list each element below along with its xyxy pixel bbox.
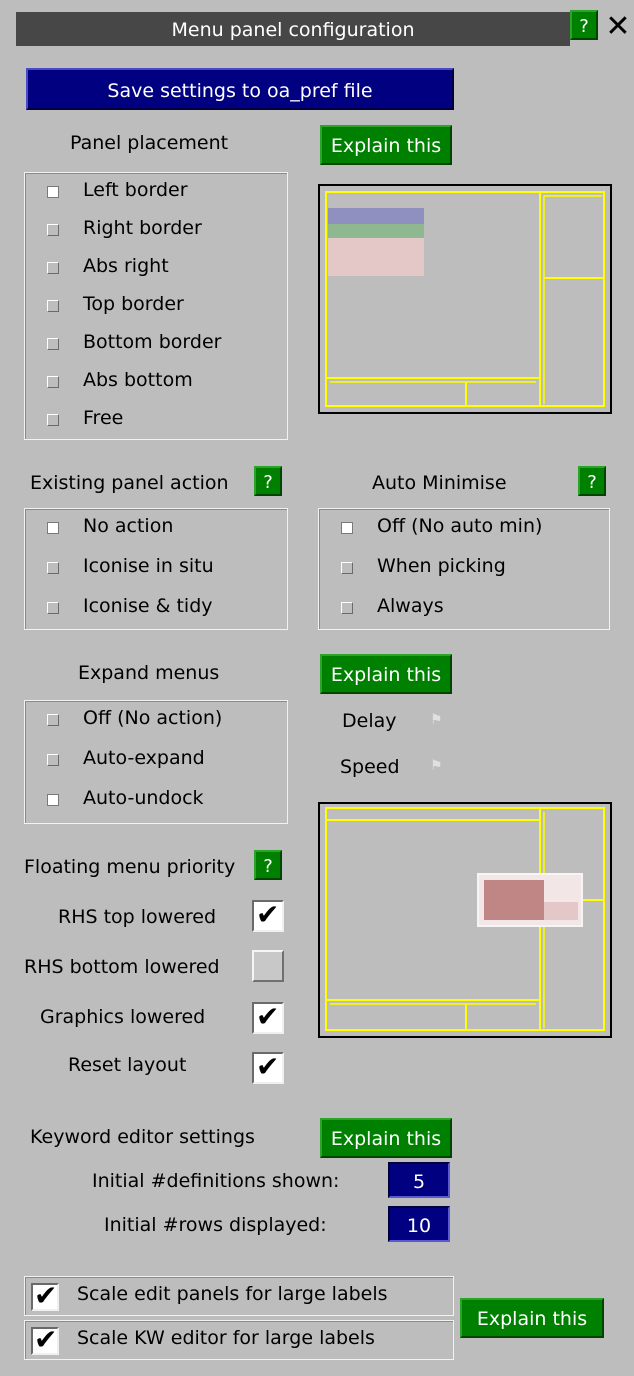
radio-indicator <box>47 794 59 806</box>
radio-indicator <box>47 754 59 766</box>
auto-minimise-radio-group: Off (No auto min) When picking Always <box>318 508 610 630</box>
scale-edit-label: Scale edit panels for large labels <box>77 1283 388 1305</box>
placement-preview <box>318 184 612 414</box>
radio-label: Free <box>83 407 124 429</box>
radio-indicator <box>341 562 353 574</box>
radio-label: Left border <box>83 179 188 201</box>
radio-label: Auto-undock <box>83 787 204 809</box>
scale-kw-editor-option[interactable]: ✔ Scale KW editor for large labels <box>24 1320 454 1360</box>
placement-radio-group: Left border Right border Abs right Top b… <box>24 172 288 440</box>
close-icon[interactable]: ✕ <box>602 10 634 44</box>
radio-label: Auto-expand <box>83 747 205 769</box>
checkmark-icon: ✔ <box>256 1050 280 1083</box>
keyword-editor-heading: Keyword editor settings <box>30 1126 255 1148</box>
rows-label: Initial #rows displayed: <box>104 1214 327 1236</box>
radio-indicator <box>47 376 59 388</box>
floating-preview <box>318 802 612 1038</box>
radio-label: Abs bottom <box>83 369 193 391</box>
placement-explain-button[interactable]: Explain this <box>320 125 452 165</box>
rhs-top-lowered-checkbox[interactable]: ✔ <box>252 898 284 932</box>
radio-indicator <box>47 602 59 614</box>
rhs-top-lowered-label: RHS top lowered <box>58 906 217 928</box>
floating-priority-heading: Floating menu priority <box>24 856 236 878</box>
radio-label: Right border <box>83 217 202 239</box>
checkmark-icon: ✔ <box>256 1000 280 1033</box>
keyword-explain-button[interactable]: Explain this <box>320 1118 452 1158</box>
graphics-lowered-label: Graphics lowered <box>40 1006 206 1028</box>
rhs-bottom-lowered-checkbox[interactable] <box>252 950 284 982</box>
radio-indicator <box>47 224 59 236</box>
radio-indicator <box>47 414 59 426</box>
graphics-lowered-checkbox[interactable]: ✔ <box>252 1000 284 1034</box>
window-help-button[interactable]: ? <box>570 10 598 40</box>
radio-label: No action <box>83 515 174 537</box>
panel-placement-heading: Panel placement <box>70 132 229 154</box>
checkmark-icon: ✔ <box>34 1323 58 1356</box>
menu-panel-configuration: Menu panel configuration ? ✕ Save settin… <box>0 0 634 1376</box>
radio-label: Abs right <box>83 255 169 277</box>
expand-menus-heading: Expand menus <box>78 662 220 684</box>
reset-layout-label: Reset layout <box>68 1054 187 1076</box>
scale-explain-button[interactable]: Explain this <box>460 1298 604 1338</box>
auto-minimise-help-button[interactable]: ? <box>578 466 606 496</box>
existing-radio-group: No action Iconise in situ Iconise & tidy <box>24 508 288 630</box>
existing-panel-action-heading: Existing panel action <box>30 472 229 494</box>
scale-kw-checkbox[interactable]: ✔ <box>31 1323 59 1356</box>
window-title: Menu panel configuration <box>16 12 570 46</box>
radio-label: Off (No action) <box>83 707 223 729</box>
scale-edit-checkbox[interactable]: ✔ <box>31 1279 59 1312</box>
reset-layout-checkbox[interactable]: ✔ <box>252 1050 284 1084</box>
floating-preview-diagram <box>325 807 605 1031</box>
radio-indicator <box>47 338 59 350</box>
definitions-label: Initial #definitions shown: <box>92 1170 340 1192</box>
floating-help-button[interactable]: ? <box>254 850 282 880</box>
rows-input[interactable]: 10 <box>388 1206 450 1242</box>
radio-label: Always <box>377 595 444 617</box>
placement-preview-diagram <box>325 191 605 407</box>
rhs-bottom-lowered-label: RHS bottom lowered <box>24 956 220 978</box>
scale-edit-panels-option[interactable]: ✔ Scale edit panels for large labels <box>24 1276 454 1316</box>
expand-radio-group: Off (No action) Auto-expand Auto-undock <box>24 700 288 824</box>
delay-slider-icon[interactable]: ⚑ <box>430 712 443 728</box>
radio-label: Iconise & tidy <box>83 595 213 617</box>
radio-indicator <box>47 262 59 274</box>
speed-slider-icon[interactable]: ⚑ <box>430 758 443 774</box>
radio-indicator <box>341 602 353 614</box>
radio-indicator <box>47 522 59 534</box>
radio-indicator <box>47 562 59 574</box>
radio-label: Bottom border <box>83 331 222 353</box>
delay-label: Delay <box>342 710 397 732</box>
checkmark-icon: ✔ <box>34 1279 58 1312</box>
radio-indicator <box>47 300 59 312</box>
save-settings-button[interactable]: Save settings to oa_pref file <box>26 68 454 110</box>
auto-minimise-heading: Auto Minimise <box>372 472 507 494</box>
definitions-input[interactable]: 5 <box>388 1162 450 1198</box>
radio-label: Off (No auto min) <box>377 515 543 537</box>
radio-label: Iconise in situ <box>83 555 214 577</box>
checkmark-icon: ✔ <box>256 898 280 931</box>
radio-label: Top border <box>83 293 184 315</box>
expand-explain-button[interactable]: Explain this <box>320 654 452 694</box>
radio-indicator <box>341 522 353 534</box>
radio-indicator <box>47 714 59 726</box>
speed-label: Speed <box>340 756 400 778</box>
existing-help-button[interactable]: ? <box>254 466 282 496</box>
radio-label: When picking <box>377 555 506 577</box>
radio-indicator <box>47 186 59 198</box>
scale-kw-label: Scale KW editor for large labels <box>77 1327 375 1349</box>
